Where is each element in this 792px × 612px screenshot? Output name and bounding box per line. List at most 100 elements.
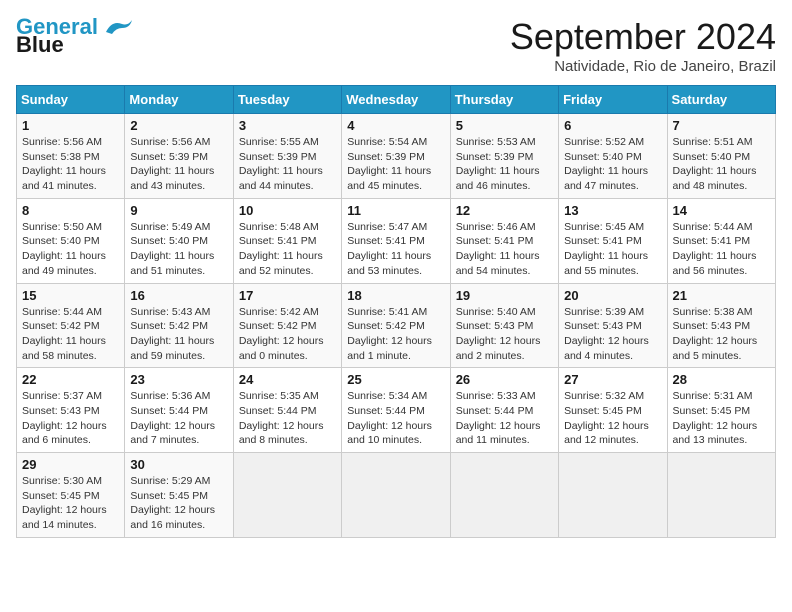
table-row: 29 Sunrise: 5:30 AMSunset: 5:45 PMDayligh…: [17, 453, 125, 538]
logo: General Blue: [16, 16, 134, 58]
day-number: 11: [347, 203, 444, 218]
col-wednesday: Wednesday: [342, 86, 450, 114]
day-number: 29: [22, 457, 119, 472]
table-row: 30 Sunrise: 5:29 AMSunset: 5:45 PMDayligh…: [125, 453, 233, 538]
day-number: 19: [456, 288, 553, 303]
day-number: 3: [239, 118, 336, 133]
table-row: 24 Sunrise: 5:35 AMSunset: 5:44 PMDayligh…: [233, 368, 341, 453]
calendar-week-row: 22Sunrise: 5:37 AMSunset: 5:43 PMDayligh…: [17, 368, 776, 453]
table-row: 25Sunrise: 5:34 AMSunset: 5:44 PMDayligh…: [342, 368, 450, 453]
day-number: 26: [456, 372, 553, 387]
logo-blue: Blue: [16, 32, 64, 58]
day-number: 28: [673, 372, 770, 387]
day-number: 15: [22, 288, 119, 303]
location: Natividade, Rio de Janeiro, Brazil: [510, 58, 776, 75]
day-number: 23: [130, 372, 227, 387]
day-number: 8: [22, 203, 119, 218]
table-row: [667, 453, 775, 538]
table-row: 19 Sunrise: 5:40 AMSunset: 5:43 PMDayligh…: [450, 283, 558, 368]
table-row: 17 Sunrise: 5:42 AMSunset: 5:42 PMDayligh…: [233, 283, 341, 368]
day-info: Sunrise: 5:34 AMSunset: 5:44 PMDaylight:…: [347, 389, 444, 448]
col-saturday: Saturday: [667, 86, 775, 114]
day-info: Sunrise: 5:31 AMSunset: 5:45 PMDaylight:…: [673, 389, 770, 448]
day-info: Sunrise: 5:41 AMSunset: 5:42 PMDaylight:…: [347, 305, 444, 364]
table-row: 16 Sunrise: 5:43 AMSunset: 5:42 PMDayligh…: [125, 283, 233, 368]
table-row: [559, 453, 667, 538]
day-number: 17: [239, 288, 336, 303]
day-info: Sunrise: 5:42 AMSunset: 5:42 PMDaylight:…: [239, 305, 336, 364]
day-number: 2: [130, 118, 227, 133]
month-title: September 2024: [510, 16, 776, 58]
calendar-week-row: 1 Sunrise: 5:56 AMSunset: 5:38 PMDaylight…: [17, 114, 776, 199]
col-sunday: Sunday: [17, 86, 125, 114]
day-number: 24: [239, 372, 336, 387]
day-number: 30: [130, 457, 227, 472]
day-info: Sunrise: 5:53 AMSunset: 5:39 PMDaylight:…: [456, 135, 553, 194]
day-info: Sunrise: 5:54 AMSunset: 5:39 PMDaylight:…: [347, 135, 444, 194]
table-row: 23 Sunrise: 5:36 AMSunset: 5:44 PMDayligh…: [125, 368, 233, 453]
day-info: Sunrise: 5:56 AMSunset: 5:39 PMDaylight:…: [130, 135, 227, 194]
calendar-week-row: 15Sunrise: 5:44 AMSunset: 5:42 PMDayligh…: [17, 283, 776, 368]
day-number: 9: [130, 203, 227, 218]
day-info: Sunrise: 5:36 AMSunset: 5:44 PMDaylight:…: [130, 389, 227, 448]
day-info: Sunrise: 5:35 AMSunset: 5:44 PMDaylight:…: [239, 389, 336, 448]
calendar-header-row: Sunday Monday Tuesday Wednesday Thursday…: [17, 86, 776, 114]
day-number: 6: [564, 118, 661, 133]
day-number: 13: [564, 203, 661, 218]
col-monday: Monday: [125, 86, 233, 114]
day-number: 20: [564, 288, 661, 303]
logo-bird-icon: [102, 18, 134, 36]
day-info: Sunrise: 5:49 AMSunset: 5:40 PMDaylight:…: [130, 220, 227, 279]
day-number: 27: [564, 372, 661, 387]
table-row: 22Sunrise: 5:37 AMSunset: 5:43 PMDayligh…: [17, 368, 125, 453]
day-info: Sunrise: 5:44 AMSunset: 5:41 PMDaylight:…: [673, 220, 770, 279]
col-friday: Friday: [559, 86, 667, 114]
day-info: Sunrise: 5:33 AMSunset: 5:44 PMDaylight:…: [456, 389, 553, 448]
col-tuesday: Tuesday: [233, 86, 341, 114]
day-info: Sunrise: 5:39 AMSunset: 5:43 PMDaylight:…: [564, 305, 661, 364]
day-info: Sunrise: 5:50 AMSunset: 5:40 PMDaylight:…: [22, 220, 119, 279]
day-info: Sunrise: 5:45 AMSunset: 5:41 PMDaylight:…: [564, 220, 661, 279]
table-row: 8 Sunrise: 5:50 AMSunset: 5:40 PMDaylight…: [17, 198, 125, 283]
table-row: 10 Sunrise: 5:48 AMSunset: 5:41 PMDayligh…: [233, 198, 341, 283]
table-row: 28 Sunrise: 5:31 AMSunset: 5:45 PMDayligh…: [667, 368, 775, 453]
table-row: 9 Sunrise: 5:49 AMSunset: 5:40 PMDaylight…: [125, 198, 233, 283]
day-info: Sunrise: 5:29 AMSunset: 5:45 PMDaylight:…: [130, 474, 227, 533]
table-row: 11 Sunrise: 5:47 AMSunset: 5:41 PMDayligh…: [342, 198, 450, 283]
table-row: 26 Sunrise: 5:33 AMSunset: 5:44 PMDayligh…: [450, 368, 558, 453]
table-row: 13 Sunrise: 5:45 AMSunset: 5:41 PMDayligh…: [559, 198, 667, 283]
day-info: Sunrise: 5:48 AMSunset: 5:41 PMDaylight:…: [239, 220, 336, 279]
table-row: 18 Sunrise: 5:41 AMSunset: 5:42 PMDayligh…: [342, 283, 450, 368]
table-row: [342, 453, 450, 538]
day-number: 5: [456, 118, 553, 133]
day-info: Sunrise: 5:30 AMSunset: 5:45 PMDaylight:…: [22, 474, 119, 533]
table-row: 12Sunrise: 5:46 AMSunset: 5:41 PMDayligh…: [450, 198, 558, 283]
day-number: 12: [456, 203, 553, 218]
col-thursday: Thursday: [450, 86, 558, 114]
day-number: 10: [239, 203, 336, 218]
table-row: 15Sunrise: 5:44 AMSunset: 5:42 PMDayligh…: [17, 283, 125, 368]
day-info: Sunrise: 5:51 AMSunset: 5:40 PMDaylight:…: [673, 135, 770, 194]
table-row: 2 Sunrise: 5:56 AMSunset: 5:39 PMDaylight…: [125, 114, 233, 199]
table-row: [233, 453, 341, 538]
day-info: Sunrise: 5:38 AMSunset: 5:43 PMDaylight:…: [673, 305, 770, 364]
table-row: 27Sunrise: 5:32 AMSunset: 5:45 PMDayligh…: [559, 368, 667, 453]
table-row: 14Sunrise: 5:44 AMSunset: 5:41 PMDayligh…: [667, 198, 775, 283]
day-info: Sunrise: 5:47 AMSunset: 5:41 PMDaylight:…: [347, 220, 444, 279]
day-info: Sunrise: 5:52 AMSunset: 5:40 PMDaylight:…: [564, 135, 661, 194]
day-number: 4: [347, 118, 444, 133]
table-row: 7 Sunrise: 5:51 AMSunset: 5:40 PMDaylight…: [667, 114, 775, 199]
day-number: 7: [673, 118, 770, 133]
day-number: 21: [673, 288, 770, 303]
day-info: Sunrise: 5:55 AMSunset: 5:39 PMDaylight:…: [239, 135, 336, 194]
day-info: Sunrise: 5:37 AMSunset: 5:43 PMDaylight:…: [22, 389, 119, 448]
day-info: Sunrise: 5:56 AMSunset: 5:38 PMDaylight:…: [22, 135, 119, 194]
table-row: 3 Sunrise: 5:55 AMSunset: 5:39 PMDaylight…: [233, 114, 341, 199]
table-row: 20 Sunrise: 5:39 AMSunset: 5:43 PMDayligh…: [559, 283, 667, 368]
day-number: 16: [130, 288, 227, 303]
day-info: Sunrise: 5:40 AMSunset: 5:43 PMDaylight:…: [456, 305, 553, 364]
table-row: 4 Sunrise: 5:54 AMSunset: 5:39 PMDaylight…: [342, 114, 450, 199]
day-info: Sunrise: 5:43 AMSunset: 5:42 PMDaylight:…: [130, 305, 227, 364]
day-number: 1: [22, 118, 119, 133]
day-number: 18: [347, 288, 444, 303]
